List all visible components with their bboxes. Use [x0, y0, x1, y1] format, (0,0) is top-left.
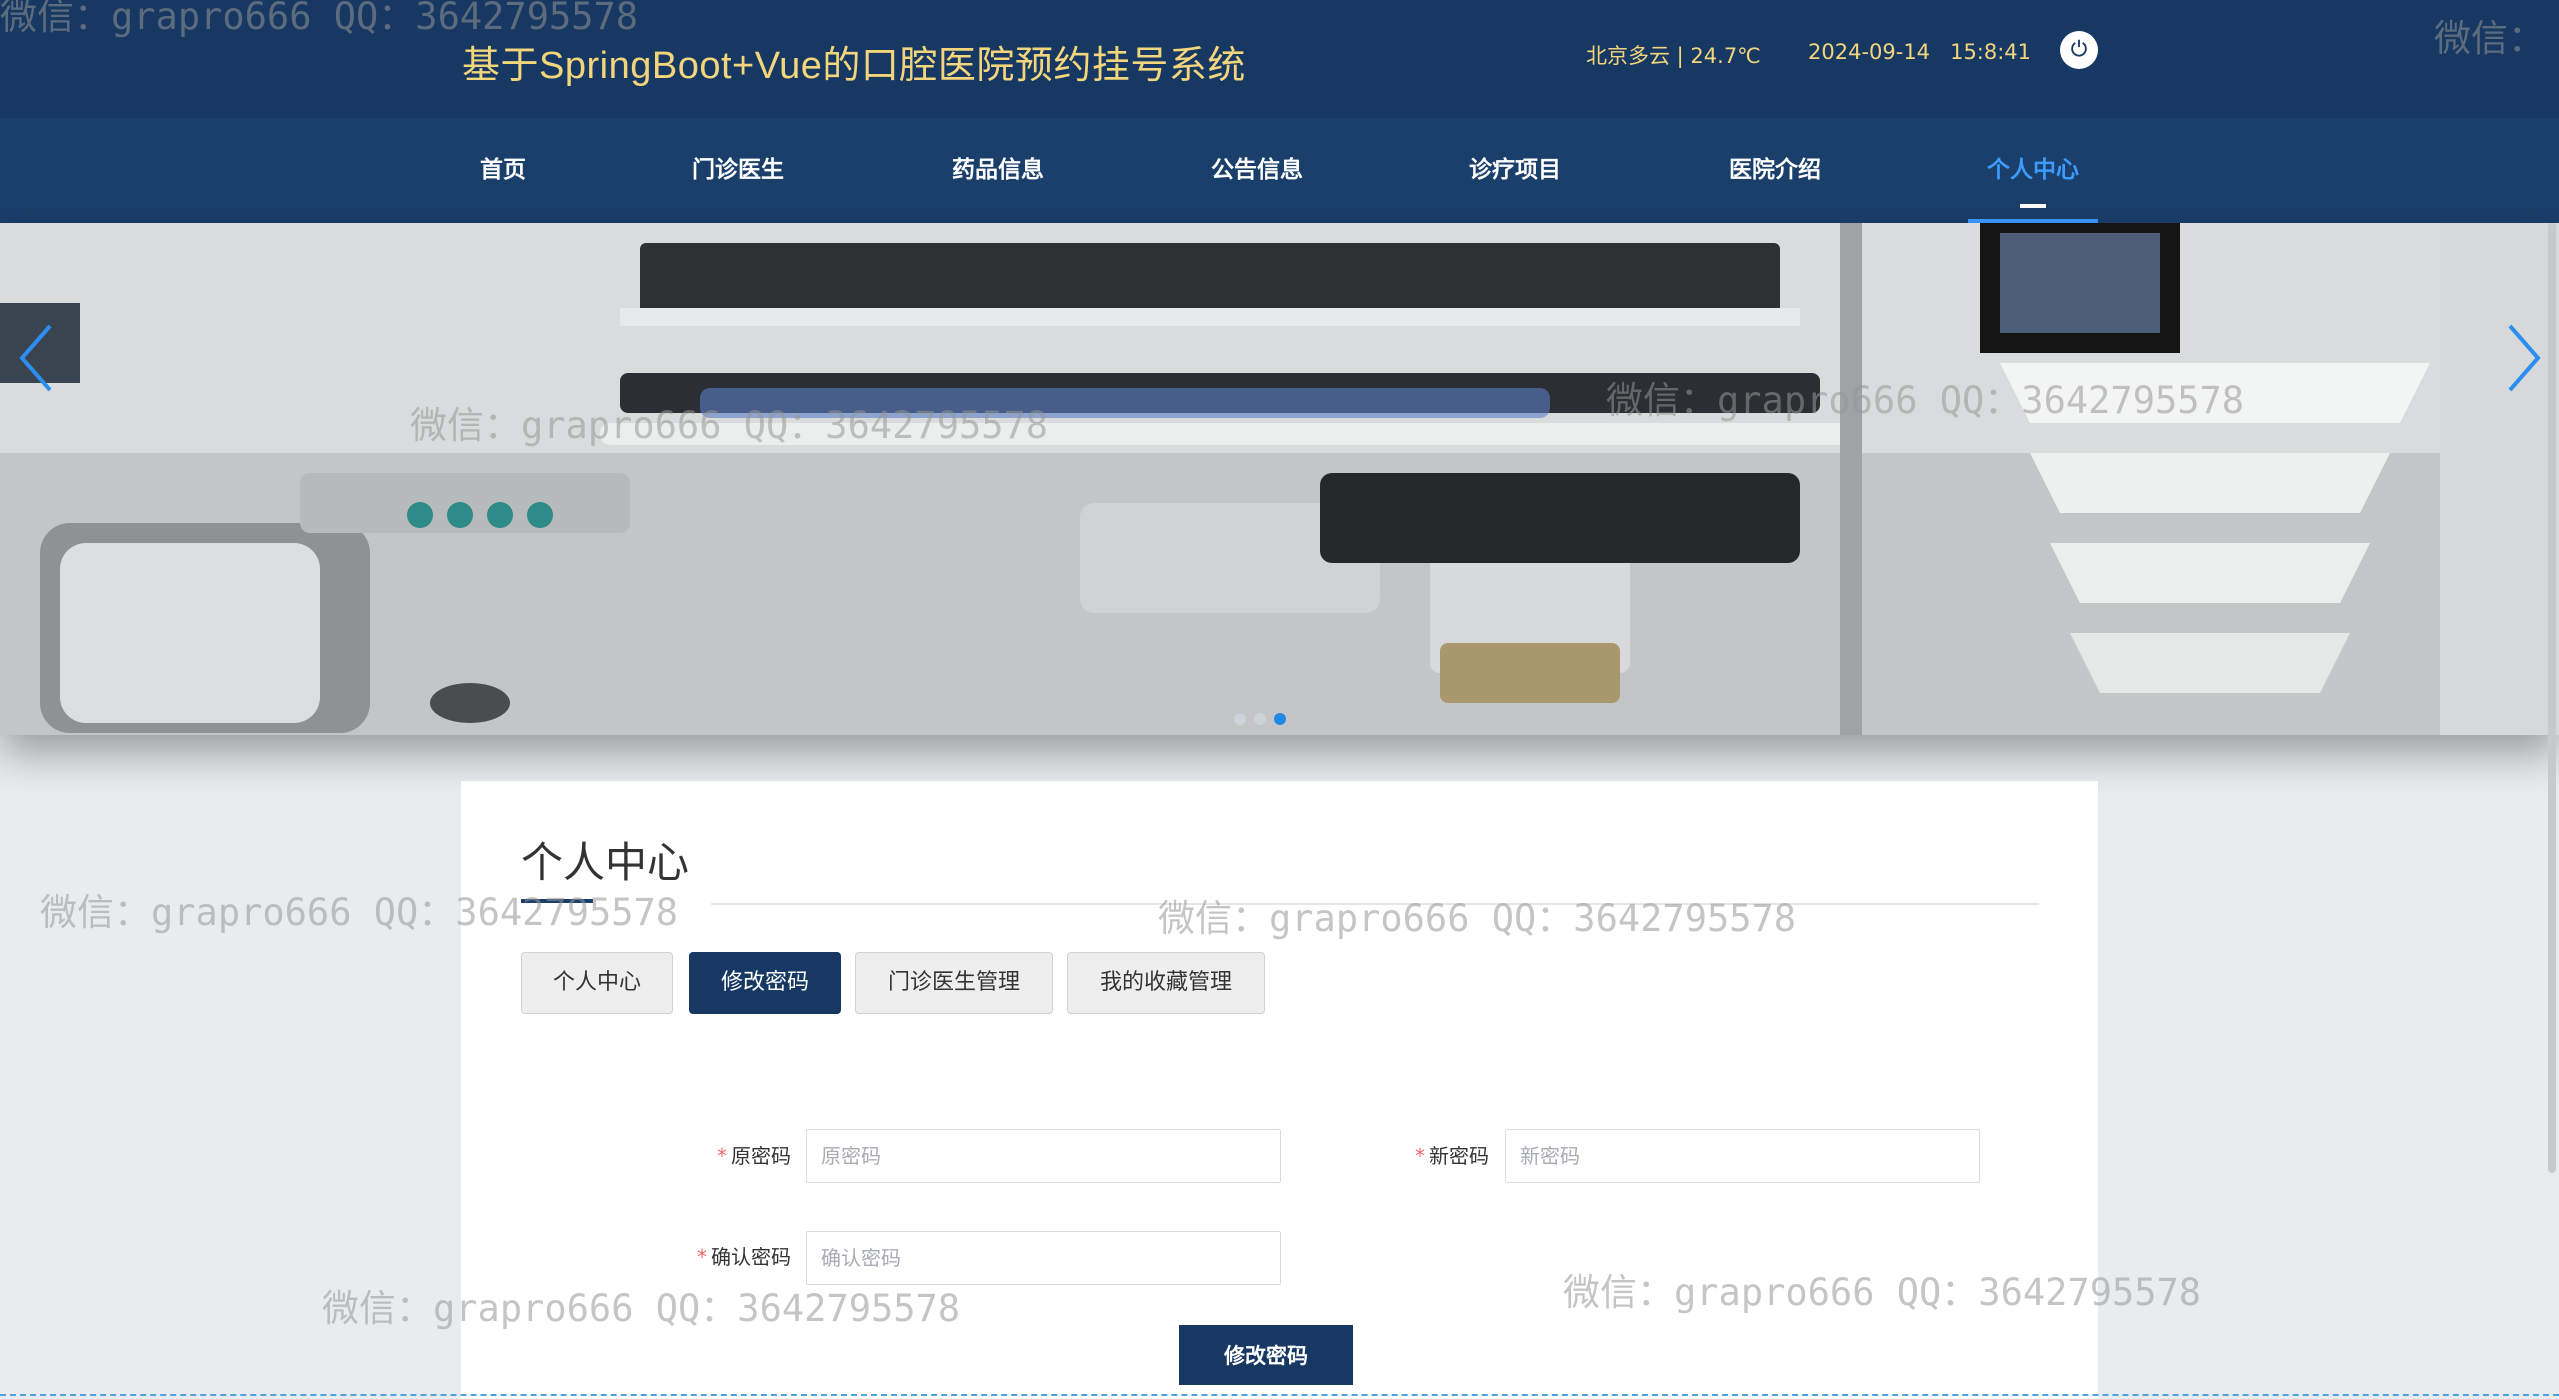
power-icon	[2068, 37, 2090, 63]
page-scrollbar[interactable]	[2548, 223, 2556, 1173]
nav-item-medicine[interactable]: 药品信息	[933, 118, 1063, 223]
nav-item-profile[interactable]: 个人中心	[1968, 118, 2098, 223]
current-datetime: 2024-09-14 15:8:41	[1808, 40, 2031, 64]
carousel-dot-active[interactable]	[1274, 713, 1286, 725]
nav-item-doctors[interactable]: 门诊医生	[673, 118, 803, 223]
confirm-password-input[interactable]	[806, 1231, 1281, 1285]
required-mark: *	[697, 1245, 707, 1269]
current-time: 15:8:41	[1950, 40, 2032, 64]
tab-label: 门诊医生管理	[887, 970, 1020, 995]
nav-label: 门诊医生	[692, 157, 784, 183]
nav-item-home[interactable]: 首页	[438, 118, 568, 223]
tab-label: 个人中心	[552, 970, 641, 995]
nav-label: 医院介绍	[1729, 157, 1821, 183]
old-password-input[interactable]	[806, 1129, 1281, 1183]
logout-button[interactable]	[2060, 31, 2098, 69]
title-divider	[711, 903, 2039, 905]
tab-label: 修改密码	[720, 970, 809, 995]
bottom-divider	[0, 1394, 2559, 1396]
nav-label: 药品信息	[952, 157, 1044, 183]
carousel-prev-button[interactable]	[16, 318, 56, 402]
top-header: 基于SpringBoot+Vue的口腔医院预约挂号系统 北京多云 | 24.7℃…	[0, 0, 2559, 118]
required-mark: *	[717, 1144, 727, 1168]
tab-change-password[interactable]: 修改密码	[689, 952, 841, 1014]
new-password-label: * 新密码	[1399, 1140, 1489, 1169]
title-underline	[521, 899, 593, 903]
carousel-dot[interactable]	[1254, 713, 1266, 725]
nav-label: 首页	[480, 157, 526, 183]
new-password-input[interactable]	[1505, 1129, 1980, 1183]
change-password-button[interactable]: 修改密码	[1179, 1325, 1353, 1385]
old-password-label: * 原密码	[701, 1140, 791, 1169]
label-text: 新密码	[1429, 1144, 1489, 1168]
label-text: 确认密码	[711, 1245, 791, 1269]
tab-label: 我的收藏管理	[1099, 970, 1232, 995]
nav-label: 诊疗项目	[1469, 157, 1561, 183]
carousel-dot[interactable]	[1234, 713, 1246, 725]
carousel-next-button[interactable]	[2504, 318, 2544, 402]
nav-item-treatments[interactable]: 诊疗项目	[1450, 118, 1580, 223]
current-date: 2024-09-14	[1808, 40, 1931, 64]
site-title: 基于SpringBoot+Vue的口腔医院预约挂号系统	[462, 45, 1246, 87]
nav-item-notices[interactable]: 公告信息	[1192, 118, 1322, 223]
confirm-password-label: * 确认密码	[661, 1241, 791, 1270]
chevron-right-icon	[2504, 324, 2544, 402]
banner-image	[0, 223, 2559, 735]
main-nav: 首页 门诊医生 药品信息 公告信息 诊疗项目 医院介绍 个人中心	[0, 118, 2559, 223]
active-indicator	[2020, 204, 2046, 208]
tab-profile[interactable]: 个人中心	[521, 952, 673, 1014]
required-mark: *	[1415, 1144, 1425, 1168]
banner-carousel	[0, 223, 2559, 735]
tab-doctor-management[interactable]: 门诊医生管理	[855, 952, 1053, 1014]
label-text: 原密码	[731, 1144, 791, 1168]
nav-label: 公告信息	[1211, 157, 1303, 183]
chevron-left-icon	[16, 324, 56, 402]
weather-info: 北京多云 | 24.7℃	[1586, 44, 1761, 68]
profile-panel: 个人中心 个人中心 修改密码 门诊医生管理 我的收藏管理 * 原密码 * 新密码 *…	[461, 781, 2098, 1399]
nav-label: 个人中心	[1987, 157, 2079, 183]
page-title: 个人中心	[521, 838, 690, 887]
tab-favorites-management[interactable]: 我的收藏管理	[1067, 952, 1265, 1014]
nav-item-hospital-intro[interactable]: 医院介绍	[1710, 118, 1840, 223]
